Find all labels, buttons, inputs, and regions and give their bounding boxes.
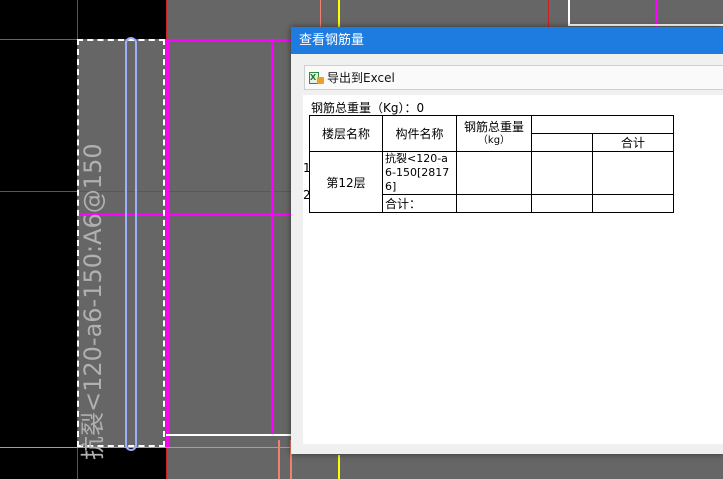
cell-component-name: 抗裂<120-a6-150[28176] — [382, 151, 457, 195]
excel-export-icon: X — [309, 71, 324, 85]
beam-line-top — [166, 39, 291, 41]
cell-sum-blank — [531, 194, 593, 213]
salmon-hook — [278, 440, 280, 479]
rebar-annotation: 抗裂<120-a6-150:A6@150 — [79, 143, 107, 460]
report-area[interactable]: 钢筋总重量（Kg）：0 1 2 楼层名称 构件名称 钢筋总重量 （kg） 合计 … — [303, 95, 723, 444]
rebar-quantity-dialog[interactable]: 查看钢筋量 X 导出到Excel 钢筋总重量（Kg）：0 1 2 楼层名称 构件… — [291, 27, 723, 454]
grid-line-v3 — [320, 0, 321, 27]
header-floor: 楼层名称 — [309, 115, 383, 152]
cell-sum-subtotal — [592, 194, 674, 213]
dialog-titlebar[interactable]: 查看钢筋量 — [291, 27, 723, 54]
slab-edge-bottom — [166, 434, 291, 436]
wall-top-left — [568, 0, 570, 26]
header-total-weight-label: 钢筋总重量 — [463, 119, 524, 134]
rebar-shape[interactable] — [125, 37, 137, 451]
dialog-toolbar: X 导出到Excel — [304, 65, 723, 90]
wall-top-line — [568, 24, 723, 26]
beam-line-v1 — [166, 40, 169, 448]
cad-workspace[interactable]: 抗裂<120-a6-150:A6@150 查看钢筋量 X 导出到Excel 钢筋… — [0, 0, 723, 479]
rebar-table: 楼层名称 构件名称 钢筋总重量 （kg） 合计 第12层 抗裂<120-a6-1… — [309, 115, 674, 213]
cell-blank — [531, 151, 593, 195]
total-weight-summary: 钢筋总重量（Kg）：0 — [311, 101, 425, 115]
cell-subtotal — [592, 151, 674, 195]
grid-line-v4 — [338, 0, 340, 27]
header-empty-top — [531, 115, 674, 134]
grid-line-h4 — [0, 447, 291, 448]
header-component: 构件名称 — [382, 115, 457, 152]
cell-floor-name: 第12层 — [309, 151, 383, 213]
header-total-weight: 钢筋总重量 （kg） — [456, 115, 532, 152]
header-empty-sub — [531, 133, 593, 152]
grid-line-v5 — [338, 455, 340, 479]
cell-sum-weight — [456, 194, 532, 213]
table-row[interactable]: 第12层 抗裂<120-a6-150[28176] — [309, 151, 674, 213]
beam-line-v2 — [271, 40, 274, 435]
grid-line-v6 — [548, 0, 549, 27]
cell-weight — [456, 151, 532, 195]
header-total-weight-unit: （kg） — [477, 134, 511, 146]
header-subtotal: 合计 — [592, 133, 674, 152]
export-excel-button[interactable]: X 导出到Excel — [305, 66, 399, 89]
cell-sum-label: 合计： — [382, 194, 457, 213]
grid-line-v7 — [655, 0, 658, 27]
dialog-title: 查看钢筋量 — [299, 33, 365, 48]
export-excel-label: 导出到Excel — [327, 71, 395, 85]
